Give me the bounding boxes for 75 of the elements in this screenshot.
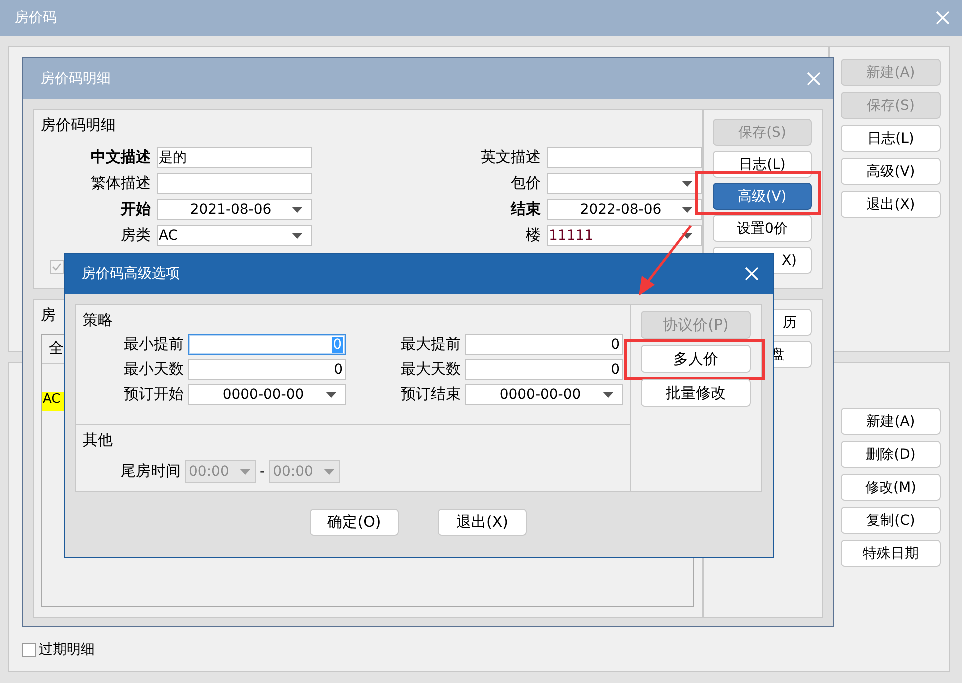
- field-label: 包价: [510, 174, 541, 193]
- action-button[interactable]: 特殊日期: [841, 540, 941, 567]
- field-label: 中文描述: [90, 148, 151, 167]
- action-button[interactable]: 新建(A): [841, 408, 941, 435]
- field-label: 预订结束: [400, 385, 461, 404]
- field-label: 结束: [510, 200, 541, 219]
- date-field[interactable]: 2022-08-06: [547, 199, 702, 220]
- field-label: 最大提前: [400, 335, 461, 354]
- window-title: 房价码高级选项: [82, 265, 180, 283]
- field-value: AC: [159, 228, 178, 244]
- field-label: 预订开始: [123, 385, 184, 404]
- field-value: 00:00: [273, 464, 314, 480]
- dropdown-caret-icon: [292, 232, 303, 238]
- checkbox-label: 过期明细: [39, 641, 95, 659]
- dropdown-caret-icon: [324, 468, 336, 474]
- field-value: 00:00: [189, 464, 230, 480]
- text-field[interactable]: [547, 147, 702, 168]
- action-button[interactable]: 批量修改: [641, 379, 751, 407]
- dropdown-caret-icon: [292, 207, 303, 213]
- field-label: 开始: [120, 200, 151, 219]
- text-field[interactable]: [157, 173, 312, 194]
- action-button[interactable]: 多人价: [641, 345, 751, 373]
- group-title: 房: [41, 306, 56, 326]
- number-field[interactable]: 0: [465, 334, 623, 355]
- action-button[interactable]: 修改(M): [841, 474, 941, 501]
- field-label: 英文描述: [480, 148, 541, 167]
- action-button[interactable]: 退出(X): [841, 191, 941, 218]
- field-value: 0: [334, 362, 343, 378]
- number-field[interactable]: 0: [188, 359, 346, 380]
- window-title: 房价码明细: [41, 70, 111, 88]
- group-title: 房价码明细: [41, 116, 116, 136]
- field-label: 繁体描述: [90, 174, 151, 193]
- field-label: 最大天数: [400, 360, 461, 379]
- checkbox[interactable]: [22, 643, 36, 657]
- field-label: 最小提前: [123, 335, 184, 354]
- field-value: 0: [611, 336, 620, 352]
- dropdown-field[interactable]: 11111: [547, 225, 702, 246]
- field-value: 0000-00-00: [500, 386, 582, 402]
- date-field[interactable]: 0000-00-00: [465, 384, 623, 405]
- field-label: 房类: [120, 226, 151, 245]
- number-field[interactable]: 0: [465, 359, 623, 380]
- field-label: 最小天数: [123, 360, 184, 379]
- dropdown-caret-icon: [682, 232, 693, 238]
- field-value: 0: [332, 336, 343, 352]
- field-value: 2021-08-06: [190, 202, 272, 218]
- action-button[interactable]: 删除(D): [841, 441, 941, 468]
- dropdown-caret-icon: [240, 468, 251, 474]
- window-title: 房价码: [15, 9, 57, 27]
- dropdown-caret-icon: [326, 392, 337, 398]
- field-value: 2022-08-06: [580, 202, 662, 218]
- field-value: 0000-00-00: [222, 386, 304, 402]
- field-value: 11111: [549, 228, 594, 244]
- dropdown-caret-icon: [682, 207, 693, 213]
- action-button[interactable]: 设置0价: [713, 215, 812, 242]
- field-label: 尾房时间: [121, 462, 181, 481]
- date-field[interactable]: 0000-00-00: [188, 384, 346, 405]
- date-field[interactable]: 2021-08-06: [157, 199, 312, 220]
- close-icon[interactable]: [745, 267, 759, 281]
- range-separator: -: [260, 464, 266, 480]
- text-field[interactable]: 是的: [157, 147, 312, 168]
- dropdown-field[interactable]: [547, 173, 702, 194]
- field-value: 是的: [159, 148, 187, 166]
- field-value: 0: [611, 362, 620, 378]
- action-button[interactable]: 日志(L): [841, 125, 941, 152]
- field-label: 楼: [525, 226, 541, 245]
- action-button[interactable]: 高级(V): [841, 158, 941, 185]
- dropdown-caret-icon: [603, 392, 614, 398]
- section-title: 策略: [83, 311, 113, 329]
- section-title: 其他: [83, 431, 113, 449]
- dropdown-caret-icon: [682, 180, 693, 186]
- action-button[interactable]: 退出(X): [438, 509, 527, 536]
- action-button[interactable]: 复制(C): [841, 507, 941, 534]
- action-button[interactable]: 高级(V): [713, 183, 812, 210]
- dropdown-field[interactable]: AC: [157, 225, 312, 246]
- action-button[interactable]: 确定(O): [310, 509, 399, 536]
